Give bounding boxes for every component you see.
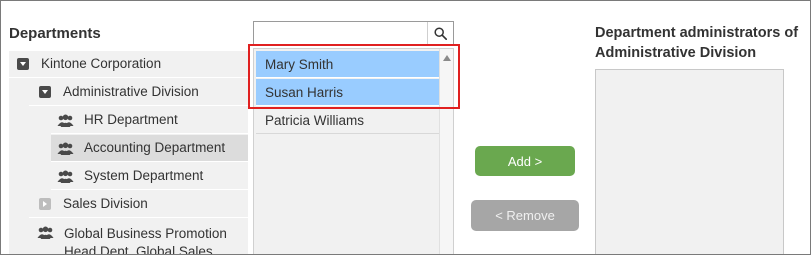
tree-item-administrative-division[interactable]: Administrative Division [29, 79, 248, 106]
search-icon [434, 26, 447, 40]
tree-item-label: HR Department [84, 112, 178, 127]
tree-item-label: Kintone Corporation [41, 56, 162, 71]
scroll-up-arrow-icon[interactable] [443, 55, 451, 61]
tree-item-sales-division[interactable]: Sales Division [29, 191, 248, 218]
expand-icon[interactable] [39, 198, 51, 210]
search-input[interactable] [254, 22, 428, 44]
group-icon [57, 114, 74, 127]
group-icon [37, 226, 54, 239]
list-item-user[interactable]: Patricia Williams [256, 107, 440, 134]
user-list[interactable]: Mary Smith Susan Harris Patricia William… [253, 48, 454, 254]
tree-item-label: Sales Division [63, 196, 148, 211]
user-name: Mary Smith [265, 56, 334, 72]
department-tree: Kintone Corporation Administrative Divis… [9, 51, 248, 255]
search-button[interactable] [427, 22, 453, 44]
group-icon [57, 142, 74, 155]
tree-item-hr-department[interactable]: HR Department [51, 107, 248, 134]
admin-list[interactable] [595, 69, 784, 254]
tree-item-label: Administrative Division [63, 84, 199, 99]
tree-item-kintone-corporation[interactable]: Kintone Corporation [9, 51, 248, 78]
tree-item-accounting-department[interactable]: Accounting Department [51, 135, 248, 162]
list-item-user[interactable]: Susan Harris [256, 79, 440, 106]
user-search [253, 21, 454, 45]
user-list-scrollbar[interactable] [439, 49, 453, 254]
tree-item-label: Accounting Department [84, 140, 226, 155]
group-icon [57, 170, 74, 183]
tree-item-system-department[interactable]: System Department [51, 163, 248, 190]
tree-item-label: Global Business Promotion Head Dept. Glo… [64, 226, 227, 255]
user-name: Patricia Williams [265, 112, 365, 128]
collapse-icon[interactable] [17, 58, 29, 70]
collapse-icon[interactable] [39, 86, 51, 98]
tree-item-label: System Department [84, 168, 204, 183]
departments-heading: Departments [9, 25, 101, 42]
add-button[interactable]: Add > [475, 146, 575, 176]
tree-item-global-business-promotion[interactable]: Global Business Promotion Head Dept. Glo… [29, 219, 248, 255]
admins-heading: Department administrators of Administrat… [595, 25, 799, 61]
list-item-user[interactable]: Mary Smith [256, 51, 440, 78]
user-name: Susan Harris [265, 84, 344, 100]
department-admin-dialog: Departments Kintone Corporation Administ… [0, 0, 811, 255]
remove-button[interactable]: < Remove [471, 200, 579, 231]
